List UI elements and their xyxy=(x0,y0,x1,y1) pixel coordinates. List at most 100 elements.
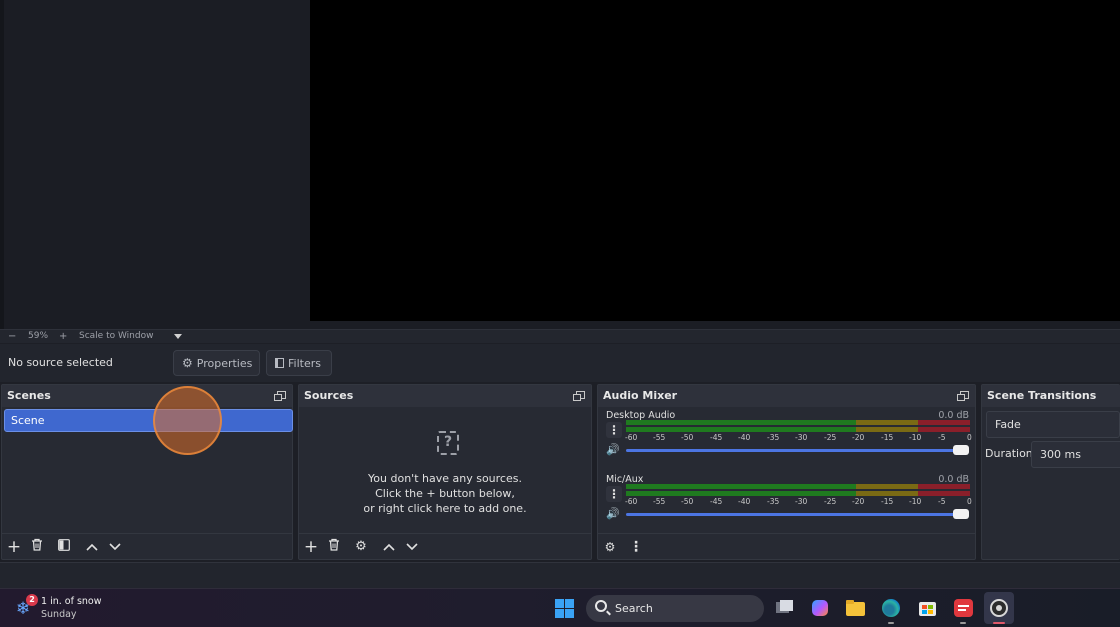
move-scene-down-icon[interactable] xyxy=(106,538,124,556)
scenes-title: Scenes xyxy=(7,389,51,402)
scale-tick: -20 xyxy=(852,497,865,506)
no-source-label: No source selected xyxy=(8,356,113,369)
mixer-menu-icon[interactable]: ⋮ xyxy=(627,538,645,556)
undock-icon[interactable] xyxy=(274,391,286,401)
undock-icon[interactable] xyxy=(957,391,969,401)
weather-day[interactable]: Sunday xyxy=(41,609,77,620)
scene-filters-icon[interactable] xyxy=(55,538,73,556)
microsoft-store-icon[interactable] xyxy=(916,598,938,618)
remove-scene-icon[interactable] xyxy=(28,538,46,556)
taskbar-search[interactable]: Search xyxy=(586,595,764,622)
speaker-icon[interactable]: 🔊 xyxy=(606,443,622,457)
preview-zoom-bar: − 59% + Scale to Window xyxy=(0,329,1120,343)
scale-tick: -40 xyxy=(738,433,751,442)
sources-dock-title-bar[interactable]: Sources xyxy=(299,385,591,407)
scene-list-item[interactable]: Scene xyxy=(4,409,293,432)
empty-line-1: You don't have any sources. xyxy=(368,472,522,485)
audio-mixer-toolbar: ⚙ ⋮ xyxy=(598,533,975,559)
scale-tick: -60 xyxy=(625,497,638,506)
move-source-down-icon[interactable] xyxy=(403,538,421,556)
audio-mixer-dock: Audio Mixer Desktop Audio 0.0 dB ⋮ -60 -… xyxy=(597,384,976,560)
question-icon: ? xyxy=(437,431,459,455)
zoom-out-button[interactable]: − xyxy=(8,331,16,342)
source-properties-gear-icon[interactable]: ⚙ xyxy=(352,538,370,556)
speaker-icon[interactable]: 🔊 xyxy=(606,507,622,521)
scale-tick: -40 xyxy=(738,497,751,506)
scale-tick: -50 xyxy=(681,497,694,506)
meter-scale: -60 -55 -50 -45 -40 -35 -30 -25 -20 -15 … xyxy=(625,432,972,442)
scale-tick: -35 xyxy=(767,433,780,442)
active-app-indicator xyxy=(993,622,1005,624)
scale-tick: -25 xyxy=(824,433,837,442)
audio-mixer-title: Audio Mixer xyxy=(603,389,678,402)
empty-line-3: or right click here to add one. xyxy=(363,502,527,515)
scale-tick: -15 xyxy=(881,497,894,506)
scene-transitions-title: Scene Transitions xyxy=(987,389,1097,402)
channel-menu-icon[interactable]: ⋮ xyxy=(606,486,622,502)
scale-tick: -55 xyxy=(653,433,666,442)
copilot-icon[interactable] xyxy=(809,598,831,618)
scale-tick: -45 xyxy=(710,433,723,442)
red-app-icon[interactable] xyxy=(952,598,974,618)
mixer-channel-desktop-audio: Desktop Audio 0.0 dB ⋮ -60 -55 -50 -45 -… xyxy=(604,410,972,472)
volume-slider-handle[interactable] xyxy=(953,509,969,519)
scale-tick: -20 xyxy=(852,433,865,442)
source-context-bar: No source selected ⚙ Properties Filters xyxy=(0,344,1120,382)
windows-start-icon[interactable] xyxy=(555,599,574,618)
scale-tick: 0 xyxy=(967,497,972,506)
sources-dock[interactable]: Sources ? You don't have any sources. Cl… xyxy=(298,384,592,560)
scenes-dock-title-bar[interactable]: Scenes xyxy=(2,385,292,407)
channel-menu-icon[interactable]: ⋮ xyxy=(606,422,622,438)
transition-select-value[interactable]: Fade xyxy=(986,411,1120,438)
meter-scale: -60 -55 -50 -45 -40 -35 -30 -25 -20 -15 … xyxy=(625,496,972,506)
filters-button[interactable]: Filters xyxy=(266,350,332,376)
search-label: Search xyxy=(615,602,653,615)
scale-mode-label[interactable]: Scale to Window xyxy=(79,331,153,341)
scale-tick: -50 xyxy=(681,433,694,442)
scale-tick: -60 xyxy=(625,433,638,442)
zoom-in-button[interactable]: + xyxy=(59,331,67,342)
obs-studio-icon[interactable] xyxy=(988,598,1010,618)
empty-line-2: Click the + button below, xyxy=(375,487,515,500)
properties-button[interactable]: ⚙ Properties xyxy=(173,350,260,376)
transition-select[interactable]: Fade xyxy=(986,411,1120,438)
move-source-up-icon[interactable] xyxy=(380,538,398,556)
volume-slider[interactable] xyxy=(626,445,969,455)
scale-tick: -45 xyxy=(710,497,723,506)
scale-tick: -55 xyxy=(653,497,666,506)
advanced-audio-gears-icon[interactable]: ⚙ xyxy=(601,538,619,556)
duration-input[interactable]: 300 ms xyxy=(1031,441,1120,468)
properties-label: Properties xyxy=(196,356,253,370)
mixer-channel-mic-aux: Mic/Aux 0.0 dB ⋮ -60 -55 -50 -45 -40 -35… xyxy=(604,474,972,536)
volume-slider[interactable] xyxy=(626,509,969,519)
running-app-indicator xyxy=(960,622,966,624)
scenes-dock: Scenes Scene + xyxy=(1,384,293,560)
preview-area xyxy=(0,0,1120,329)
audio-mixer-title-bar[interactable]: Audio Mixer xyxy=(598,385,975,407)
filter-icon xyxy=(275,358,284,368)
running-app-indicator xyxy=(888,622,894,624)
file-explorer-icon[interactable] xyxy=(844,598,866,618)
preview-canvas[interactable] xyxy=(310,0,1120,321)
sources-empty-message: You don't have any sources. Click the + … xyxy=(299,471,591,516)
add-scene-icon[interactable]: + xyxy=(5,538,23,556)
scene-transitions-title-bar[interactable]: Scene Transitions xyxy=(982,385,1120,407)
weather-summary[interactable]: 1 in. of snow xyxy=(41,596,102,607)
windows-taskbar: ❄ 2 1 in. of snow Sunday Search xyxy=(0,588,1120,627)
move-scene-up-icon[interactable] xyxy=(83,538,101,556)
edge-browser-icon[interactable] xyxy=(880,598,902,618)
remove-source-icon[interactable] xyxy=(325,538,343,556)
search-icon xyxy=(595,600,607,612)
undock-icon[interactable] xyxy=(573,391,585,401)
task-view-icon[interactable] xyxy=(774,598,796,618)
sources-toolbar: + ⚙ xyxy=(299,533,591,559)
weather-notification-badge: 2 xyxy=(26,594,38,606)
scale-tick: -5 xyxy=(938,433,946,442)
scale-tick: -35 xyxy=(767,497,780,506)
filters-label: Filters xyxy=(288,356,321,370)
scale-mode-dropdown-icon[interactable] xyxy=(174,334,182,339)
scale-tick: 0 xyxy=(967,433,972,442)
add-source-icon[interactable]: + xyxy=(302,538,320,556)
volume-slider-handle[interactable] xyxy=(953,445,969,455)
scale-tick: -30 xyxy=(795,433,808,442)
